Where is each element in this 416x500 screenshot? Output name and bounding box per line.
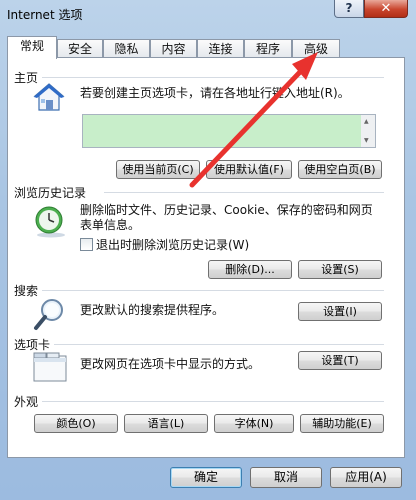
tab-advanced[interactable]: 高级 (292, 39, 340, 58)
apply-button[interactable]: 应用(A) (330, 467, 402, 488)
use-default-button[interactable]: 使用默认值(F) (206, 160, 292, 179)
delete-on-exit-checkbox[interactable] (80, 238, 93, 251)
help-button[interactable]: ? (334, 0, 364, 18)
tabs-description: 更改网页在选项卡中显示的方式。 (80, 357, 261, 371)
tabs-settings-button[interactable]: 设置(T) (298, 351, 382, 370)
delete-history-button[interactable]: 删除(D)... (208, 260, 292, 279)
magnifier-icon (33, 298, 65, 335)
general-tab-panel: 主页 若要创建主页选项卡，请在各地址行键入地址(R)。 ▲ ▼ 使用当前页(C)… (7, 57, 405, 458)
appearance-section-title: 外观 (14, 395, 39, 409)
tab-privacy[interactable]: 隐私 (103, 39, 150, 58)
scroll-up-icon[interactable]: ▲ (364, 118, 369, 125)
tab-content[interactable]: 内容 (150, 39, 197, 58)
fonts-button[interactable]: 字体(N) (214, 414, 294, 433)
tab-general[interactable]: 常规 (7, 36, 57, 59)
tab-programs[interactable]: 程序 (244, 39, 292, 58)
internet-options-dialog: Internet 选项 ? ✕ 常规 安全 隐私 内容 连接 程序 高级 主页 … (0, 0, 416, 500)
use-blank-button[interactable]: 使用空白页(B) (298, 160, 382, 179)
section-divider (104, 192, 384, 193)
languages-button[interactable]: 语言(L) (124, 414, 208, 433)
history-section-title: 浏览历史记录 (14, 186, 87, 200)
history-description: 删除临时文件、历史记录、Cookie、保存的密码和网页表单信息。 (80, 203, 373, 232)
tab-security[interactable]: 安全 (57, 39, 103, 58)
clock-history-icon (33, 204, 69, 241)
title-bar[interactable]: Internet 选项 ? ✕ (0, 0, 416, 26)
section-divider (42, 77, 384, 78)
accessibility-button[interactable]: 辅助功能(E) (300, 414, 384, 433)
scroll-down-icon[interactable]: ▼ (364, 137, 369, 144)
section-divider (42, 290, 384, 291)
search-settings-button[interactable]: 设置(I) (298, 302, 382, 321)
section-divider (42, 401, 384, 402)
section-divider (54, 344, 384, 345)
search-section-title: 搜索 (14, 284, 39, 298)
home-description: 若要创建主页选项卡，请在各地址行键入地址(R)。 (80, 86, 350, 100)
address-scrollbar[interactable]: ▲ ▼ (361, 115, 375, 147)
delete-on-exit-label[interactable]: 退出时删除浏览历史记录(W) (96, 238, 249, 253)
close-button[interactable]: ✕ (364, 0, 408, 18)
tabbed-window-icon (33, 352, 67, 385)
use-current-button[interactable]: 使用当前页(C) (116, 160, 200, 179)
tab-connections[interactable]: 连接 (197, 39, 244, 58)
ok-button[interactable]: 确定 (170, 467, 242, 488)
home-page-address-field[interactable]: ▲ ▼ (82, 114, 376, 148)
window-title: Internet 选项 (7, 8, 83, 22)
colors-button[interactable]: 颜色(O) (34, 414, 118, 433)
tabs-section-title: 选项卡 (14, 338, 51, 352)
search-description: 更改默认的搜索提供程序。 (80, 303, 225, 317)
history-settings-button[interactable]: 设置(S) (298, 260, 382, 279)
house-icon (33, 82, 65, 115)
cancel-button[interactable]: 取消 (250, 467, 322, 488)
